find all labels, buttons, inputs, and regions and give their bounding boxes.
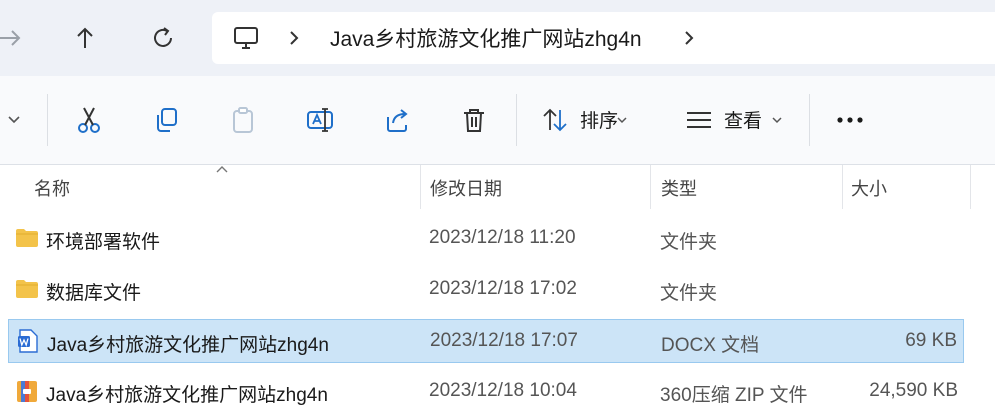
clipboard-icon: [233, 107, 253, 133]
cut-button[interactable]: [67, 98, 111, 142]
file-name: 环境部署软件: [46, 232, 161, 253]
column-header-date[interactable]: 修改日期: [430, 175, 502, 201]
view-label[interactable]: 查看: [724, 106, 762, 133]
file-name: Java乡村旅游文化推广网站zhg4n: [46, 385, 328, 406]
delete-button[interactable]: [452, 98, 496, 142]
file-row[interactable]: 数据库文件 2023/12/18 17:02 文件夹: [8, 268, 964, 312]
file-date: 2023/12/18 17:02: [429, 278, 577, 299]
word-doc-icon: [18, 329, 38, 353]
toolbar-divider: [516, 94, 517, 146]
file-type: DOCX 文档: [661, 335, 760, 356]
zip-archive-icon: [17, 381, 37, 402]
file-row[interactable]: Java乡村旅游文化推广网站zhg4n 2023/12/18 10:04 360…: [8, 370, 964, 414]
chevron-down-icon: [617, 117, 627, 124]
file-name: Java乡村旅游文化推广网站zhg4n: [47, 335, 329, 356]
scissors-icon: [78, 107, 100, 133]
file-type: 文件夹: [660, 283, 718, 304]
column-header-name[interactable]: 名称: [34, 175, 70, 201]
rename-icon: [307, 108, 333, 132]
file-size: 24,590 KB: [869, 380, 958, 401]
refresh-icon: [154, 27, 172, 47]
sort-ascending-caret-icon: [216, 166, 228, 173]
folder-icon: [16, 280, 38, 298]
rename-button[interactable]: [298, 98, 342, 142]
file-type: 360压缩 ZIP 文件: [660, 385, 808, 406]
column-header-row: 名称 修改日期 类型 大小: [0, 165, 995, 209]
forward-arrow-icon: [0, 30, 21, 46]
column-divider[interactable]: [650, 165, 651, 209]
column-header-type[interactable]: 类型: [661, 175, 697, 201]
column-divider[interactable]: [970, 165, 971, 209]
file-date: 2023/12/18 17:07: [430, 330, 578, 351]
this-pc-button[interactable]: [232, 12, 260, 64]
column-divider[interactable]: [842, 165, 843, 209]
paste-button[interactable]: [221, 98, 265, 142]
file-size: 69 KB: [905, 330, 957, 351]
view-button[interactable]: [677, 98, 721, 142]
breadcrumb-chevron-icon[interactable]: [287, 12, 301, 64]
address-bar[interactable]: Java乡村旅游文化推广网站zhg4n: [212, 12, 995, 64]
file-row-selected[interactable]: Java乡村旅游文化推广网站zhg4n 2023/12/18 17:07 DOC…: [8, 319, 964, 363]
file-date: 2023/12/18 10:04: [429, 380, 577, 401]
file-type: 文件夹: [660, 232, 718, 253]
up-arrow-icon: [77, 27, 93, 48]
breadcrumb-item[interactable]: Java乡村旅游文化推广网站zhg4n: [330, 12, 642, 64]
chevron-down-icon: [8, 116, 20, 124]
share-button[interactable]: [375, 98, 419, 142]
forward-button[interactable]: [0, 20, 28, 56]
sort-dropdown-chevron[interactable]: [612, 98, 632, 142]
share-icon: [387, 109, 408, 132]
copy-button[interactable]: [144, 98, 188, 142]
list-view-icon: [687, 112, 711, 128]
sort-button[interactable]: [533, 98, 577, 142]
more-options-button[interactable]: [828, 98, 872, 142]
sort-arrows-icon: [543, 108, 567, 132]
monitor-icon: [234, 27, 258, 49]
file-name: 数据库文件: [46, 283, 142, 304]
chevron-down-icon: [772, 117, 782, 124]
file-date: 2023/12/18 11:20: [429, 227, 576, 248]
toolbar-divider: [809, 94, 810, 146]
toolbar-divider: [47, 94, 48, 146]
up-button[interactable]: [67, 20, 103, 56]
command-bar: 排序 查看: [0, 76, 995, 165]
folder-icon: [16, 229, 38, 247]
more-horizontal-icon: [837, 117, 863, 123]
refresh-button[interactable]: [145, 20, 181, 56]
breadcrumb-label: Java乡村旅游文化推广网站zhg4n: [330, 28, 642, 51]
file-row[interactable]: 环境部署软件 2023/12/18 11:20 文件夹: [8, 217, 964, 261]
breadcrumb-expand-chevron-icon[interactable]: [682, 12, 696, 64]
new-dropdown-chevron[interactable]: [0, 98, 36, 142]
column-header-size[interactable]: 大小: [851, 175, 887, 201]
navigation-bar: Java乡村旅游文化推广网站zhg4n: [0, 0, 995, 76]
copy-icon: [157, 108, 177, 132]
view-dropdown-chevron[interactable]: [767, 98, 787, 142]
column-divider[interactable]: [420, 165, 421, 209]
trash-icon: [464, 109, 484, 132]
